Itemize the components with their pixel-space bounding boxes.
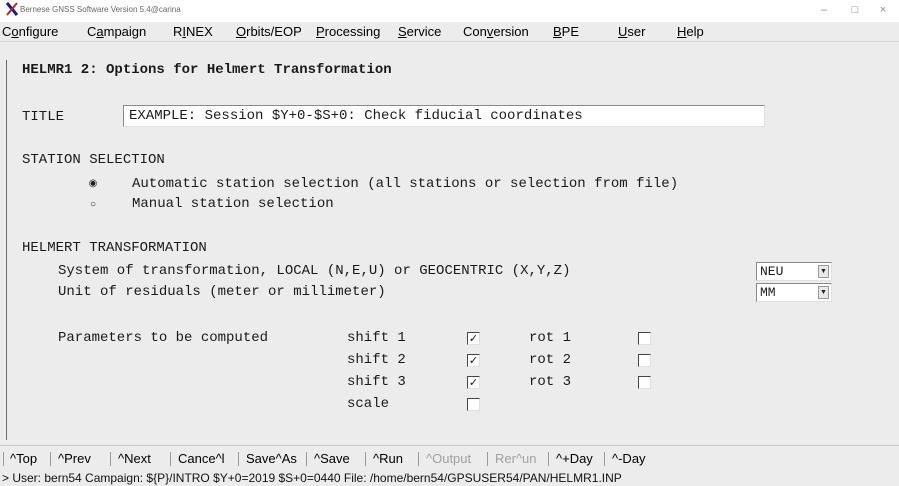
toolbar-divider bbox=[604, 452, 605, 466]
menu-campaign[interactable]: Campaign bbox=[87, 24, 146, 40]
menu-service[interactable]: Service bbox=[398, 24, 441, 40]
menu-user[interactable]: User bbox=[618, 24, 645, 40]
shift-1-checkbox[interactable]: ✓ bbox=[467, 332, 480, 345]
scale-label: scale bbox=[347, 396, 390, 412]
top-button[interactable]: ^Top bbox=[10, 451, 37, 467]
save-as-button[interactable]: Save^As bbox=[246, 451, 297, 467]
unit-residuals-select[interactable]: MM ▼ bbox=[756, 283, 832, 302]
helmert-header: HELMERT TRANSFORMATION bbox=[22, 240, 207, 256]
title-field-value: EXAMPLE: Session $Y+0-$S+0: Check fiduci… bbox=[129, 108, 583, 124]
scale-checkbox[interactable] bbox=[467, 398, 480, 411]
minus-day-button[interactable]: ^-Day bbox=[612, 451, 646, 467]
toolbar-divider bbox=[238, 452, 239, 466]
toolbar-divider bbox=[170, 452, 171, 466]
station-selection-header: STATION SELECTION bbox=[22, 152, 165, 168]
shift-1-label: shift 1 bbox=[347, 330, 406, 346]
window-titlebar: Bernese GNSS Software Version 5.4@carina… bbox=[0, 0, 899, 22]
rerun-button[interactable]: Rer^un bbox=[495, 451, 537, 467]
rot-1-checkbox[interactable] bbox=[638, 332, 651, 345]
system-transformation-label: System of transformation, LOCAL (N,E,U) … bbox=[58, 263, 571, 279]
toolbar-divider bbox=[418, 452, 419, 466]
toolbar-divider bbox=[487, 452, 488, 466]
chevron-down-icon[interactable]: ▼ bbox=[818, 265, 829, 278]
shift-3-checkbox[interactable]: ✓ bbox=[467, 376, 480, 389]
automatic-selection-label: Automatic station selection (all station… bbox=[132, 176, 679, 192]
page-title: HELMR1 2: Options for Helmert Transforma… bbox=[22, 62, 392, 78]
chevron-down-icon[interactable]: ▼ bbox=[818, 286, 829, 299]
menu-bpe[interactable]: BPE bbox=[553, 24, 579, 40]
window-title: Bernese GNSS Software Version 5.4@carina bbox=[20, 5, 181, 14]
toolbar-divider bbox=[3, 452, 4, 466]
title-label: TITLE bbox=[22, 109, 65, 125]
title-field[interactable]: EXAMPLE: Session $Y+0-$S+0: Check fiduci… bbox=[123, 105, 765, 127]
toolbar-divider bbox=[306, 452, 307, 466]
toolbar-divider bbox=[365, 452, 366, 466]
menu-processing[interactable]: Processing bbox=[316, 24, 380, 40]
shift-2-checkbox[interactable]: ✓ bbox=[467, 354, 480, 367]
shift-2-label: shift 2 bbox=[347, 352, 406, 368]
output-button[interactable]: ^Output bbox=[426, 451, 471, 467]
next-button[interactable]: ^Next bbox=[118, 451, 151, 467]
status-bar: > User: bern54 Campaign: ${P}/INTRO $Y+0… bbox=[2, 471, 622, 485]
plus-day-button[interactable]: ^+Day bbox=[556, 451, 593, 467]
x-window-logo-icon bbox=[6, 2, 18, 16]
toolbar-divider bbox=[548, 452, 549, 466]
radio-manual-selection[interactable]: ○ bbox=[86, 198, 100, 212]
bottom-toolbar: ^Top ^Prev ^Next Cance^l Save^As ^Save ^… bbox=[0, 450, 899, 468]
parameters-label: Parameters to be computed bbox=[58, 330, 269, 346]
rot-3-label: rot 3 bbox=[529, 374, 572, 390]
minimize-icon[interactable]: – bbox=[809, 2, 839, 18]
unit-residuals-value: MM bbox=[760, 285, 776, 300]
toolbar-separator bbox=[0, 445, 899, 446]
menubar: Configure Campaign RINEX Orbits/EOP Proc… bbox=[0, 22, 899, 42]
menu-help[interactable]: Help bbox=[677, 24, 704, 40]
close-icon[interactable]: × bbox=[868, 2, 898, 18]
rot-3-checkbox[interactable] bbox=[638, 376, 651, 389]
shift-3-label: shift 3 bbox=[347, 374, 406, 390]
system-transformation-select[interactable]: NEU ▼ bbox=[756, 262, 832, 281]
save-button[interactable]: ^Save bbox=[314, 451, 350, 467]
toolbar-divider bbox=[50, 452, 51, 466]
rot-1-label: rot 1 bbox=[529, 330, 572, 346]
unit-residuals-label: Unit of residuals (meter or millimeter) bbox=[58, 284, 386, 300]
radio-automatic-selection[interactable]: ◉ bbox=[86, 177, 100, 191]
prev-button[interactable]: ^Prev bbox=[58, 451, 91, 467]
maximize-icon[interactable]: □ bbox=[840, 2, 870, 18]
rot-2-label: rot 2 bbox=[529, 352, 572, 368]
system-transformation-value: NEU bbox=[760, 264, 784, 279]
menu-rinex[interactable]: RINEX bbox=[173, 24, 213, 40]
menu-orbits-eop[interactable]: Orbits/EOP bbox=[236, 24, 302, 40]
menu-configure[interactable]: Configure bbox=[2, 24, 58, 40]
toolbar-divider bbox=[110, 452, 111, 466]
cancel-button[interactable]: Cance^l bbox=[178, 451, 225, 467]
menu-conversion[interactable]: Conversion bbox=[463, 24, 529, 40]
rot-2-checkbox[interactable] bbox=[638, 354, 651, 367]
run-button[interactable]: ^Run bbox=[373, 451, 403, 467]
manual-selection-label: Manual station selection bbox=[132, 196, 334, 212]
panel-left-border bbox=[6, 60, 7, 440]
